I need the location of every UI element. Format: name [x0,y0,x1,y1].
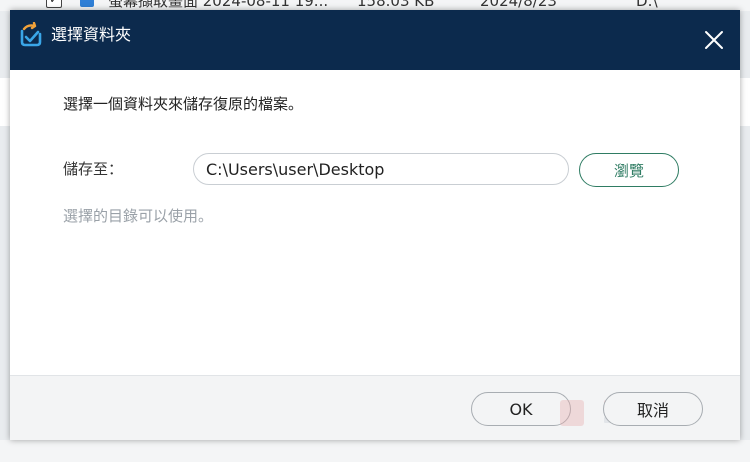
path-input[interactable] [193,153,569,185]
directory-status-hint: 選擇的目錄可以使用。 [63,207,214,225]
background-file-row [0,440,750,462]
folder-check-icon [20,22,42,47]
browse-button[interactable]: 瀏覽 [579,153,679,187]
checkbox[interactable]: ✓ [46,0,62,8]
dialog-footer: OK 取消 [10,375,740,440]
save-to-label: 儲存至： [63,160,124,178]
dialog-titlebar: 選擇資料夾 [10,10,740,70]
choose-folder-dialog: 選擇資料夾 選擇一個資料夾來儲存復原的檔案。 儲存至： 瀏覽 選擇的目錄可以使用… [10,10,740,440]
ok-button[interactable]: OK [471,392,571,426]
cancel-button[interactable]: 取消 [603,392,703,426]
instruction-text: 選擇一個資料夾來儲存復原的檔案。 [63,95,304,113]
background-panel [0,78,10,126]
image-file-icon [80,0,94,7]
dialog-title: 選擇資料夾 [51,25,132,44]
background-panel [740,78,750,126]
close-icon[interactable] [701,27,727,53]
